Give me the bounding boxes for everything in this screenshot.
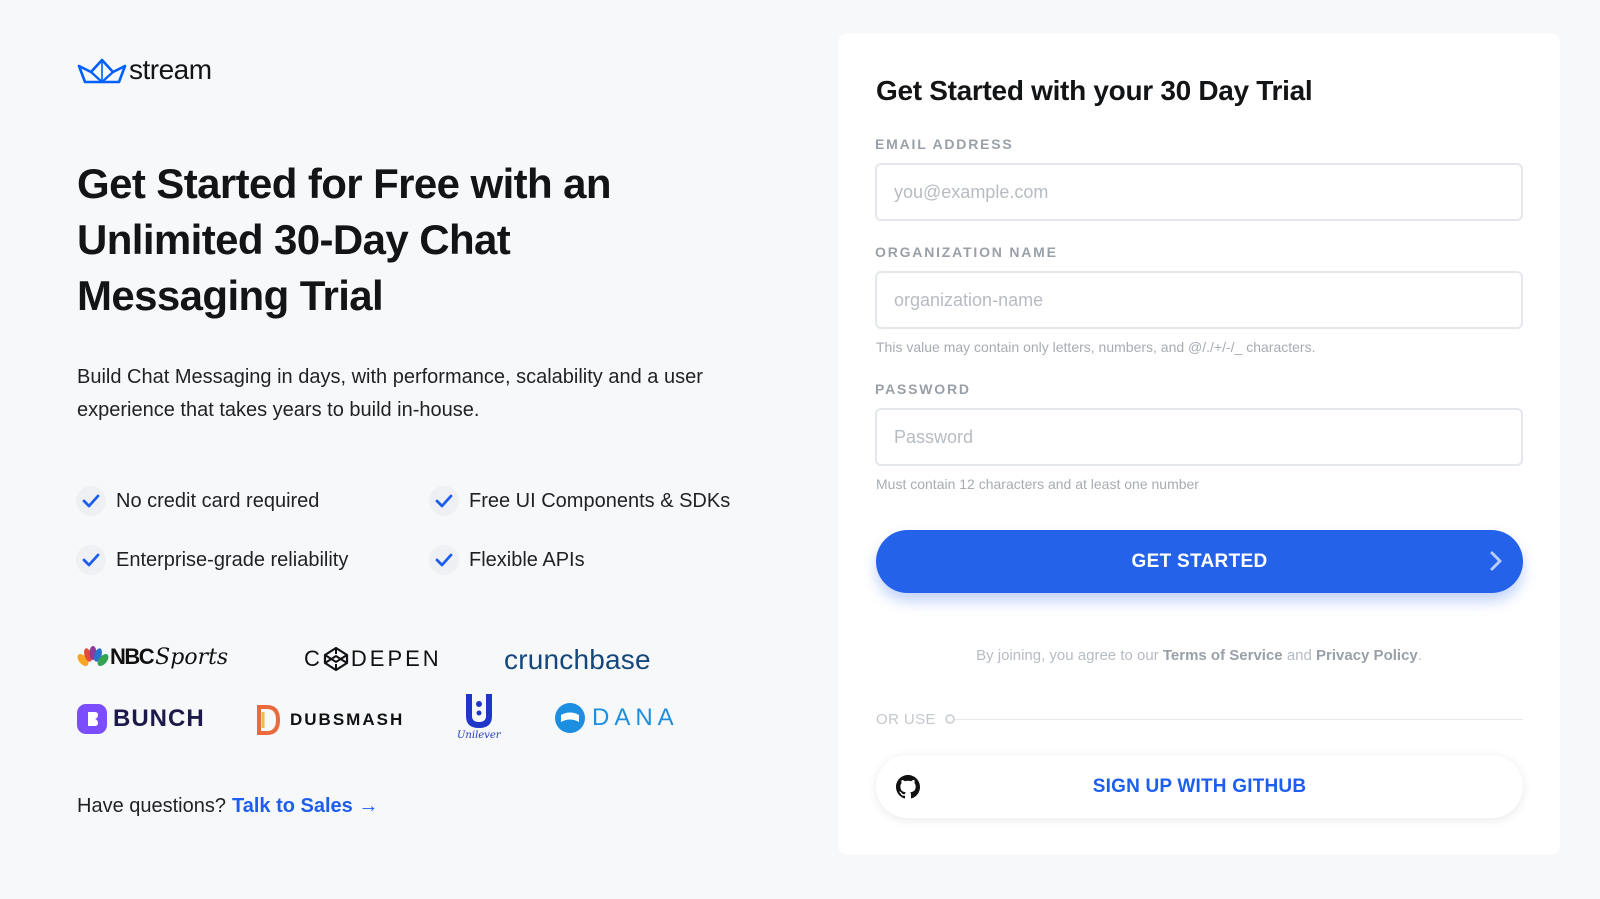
- dubsmash-icon: [257, 705, 281, 735]
- codepen-logo: C DEPEN: [304, 646, 442, 672]
- or-divider: OR USE: [876, 709, 1523, 729]
- stream-logo[interactable]: stream: [77, 54, 212, 86]
- feature-label: Free UI Components & SDKs: [469, 489, 731, 512]
- bunch-logo: BUNCH: [77, 704, 205, 734]
- get-started-label: GET STARTED: [1131, 550, 1268, 572]
- questions-text: Have questions?: [77, 795, 226, 817]
- check-icon: [76, 545, 106, 575]
- dana-icon: [555, 703, 585, 733]
- organization-field[interactable]: [875, 271, 1523, 329]
- peacock-icon: [77, 646, 109, 666]
- marketing-panel: stream Get Started for Free with an Unli…: [76, 0, 777, 899]
- terms-notice: By joining, you agree to our Terms of Se…: [976, 647, 1422, 664]
- feature-label: Enterprise-grade reliability: [116, 548, 349, 571]
- divider-line: [954, 718, 1523, 720]
- feature-label: No credit card required: [116, 489, 320, 512]
- customer-logos: NBC Sports C DEPEN crunchbase BUNCH DUBS…: [77, 640, 777, 760]
- email-field[interactable]: [875, 163, 1523, 221]
- privacy-policy-link[interactable]: Privacy Policy: [1316, 647, 1418, 664]
- bunch-icon: [77, 704, 107, 734]
- page-headline: Get Started for Free with an Unlimited 3…: [77, 160, 612, 319]
- organization-label: ORGANIZATION NAME: [875, 244, 1058, 260]
- unilever-u-icon: [465, 694, 492, 728]
- chevron-right-icon: [1490, 551, 1502, 571]
- check-icon: [429, 486, 459, 516]
- form-title: Get Started with your 30 Day Trial: [876, 75, 1313, 106]
- or-use-label: OR USE: [876, 710, 936, 728]
- password-hint: Must contain 12 characters and at least …: [876, 476, 1199, 492]
- feature-label: Flexible APIs: [469, 548, 585, 571]
- logo-wordmark: stream: [129, 54, 212, 85]
- crunchbase-logo: crunchbase: [504, 644, 651, 675]
- password-field[interactable]: [875, 408, 1523, 466]
- check-icon: [429, 545, 459, 575]
- unilever-logo: Unilever: [457, 692, 501, 741]
- feature-item: Enterprise-grade reliability: [76, 545, 349, 575]
- organization-hint: This value may contain only letters, num…: [876, 339, 1316, 355]
- sales-prompt: Have questions? Talk to Sales →: [77, 795, 378, 818]
- hero-subtext: Build Chat Messaging in days, with perfo…: [77, 366, 703, 421]
- terms-of-service-link[interactable]: Terms of Service: [1163, 647, 1283, 664]
- dana-logo: DANA: [554, 702, 679, 734]
- feature-item: Free UI Components & SDKs: [429, 486, 731, 516]
- talk-to-sales-link[interactable]: Talk to Sales →: [232, 795, 378, 817]
- github-signup-button[interactable]: SIGN UP WITH GITHUB: [876, 755, 1523, 818]
- codepen-cube-icon: [323, 646, 348, 672]
- email-label: EMAIL ADDRESS: [875, 136, 1014, 152]
- github-icon: [896, 775, 920, 799]
- feature-item: No credit card required: [76, 486, 320, 516]
- github-signup-label: SIGN UP WITH GITHUB: [1092, 775, 1307, 797]
- password-label: PASSWORD: [875, 381, 971, 397]
- feature-item: Flexible APIs: [429, 545, 585, 575]
- signup-card: Get Started with your 30 Day Trial EMAIL…: [838, 33, 1560, 855]
- dubsmash-logo: DUBSMASH: [254, 704, 404, 736]
- nbc-sports-logo: NBC Sports: [77, 644, 228, 670]
- check-icon: [76, 486, 106, 516]
- boat-icon: [77, 58, 127, 84]
- divider-dot: [944, 714, 955, 724]
- get-started-button[interactable]: GET STARTED: [876, 530, 1523, 593]
